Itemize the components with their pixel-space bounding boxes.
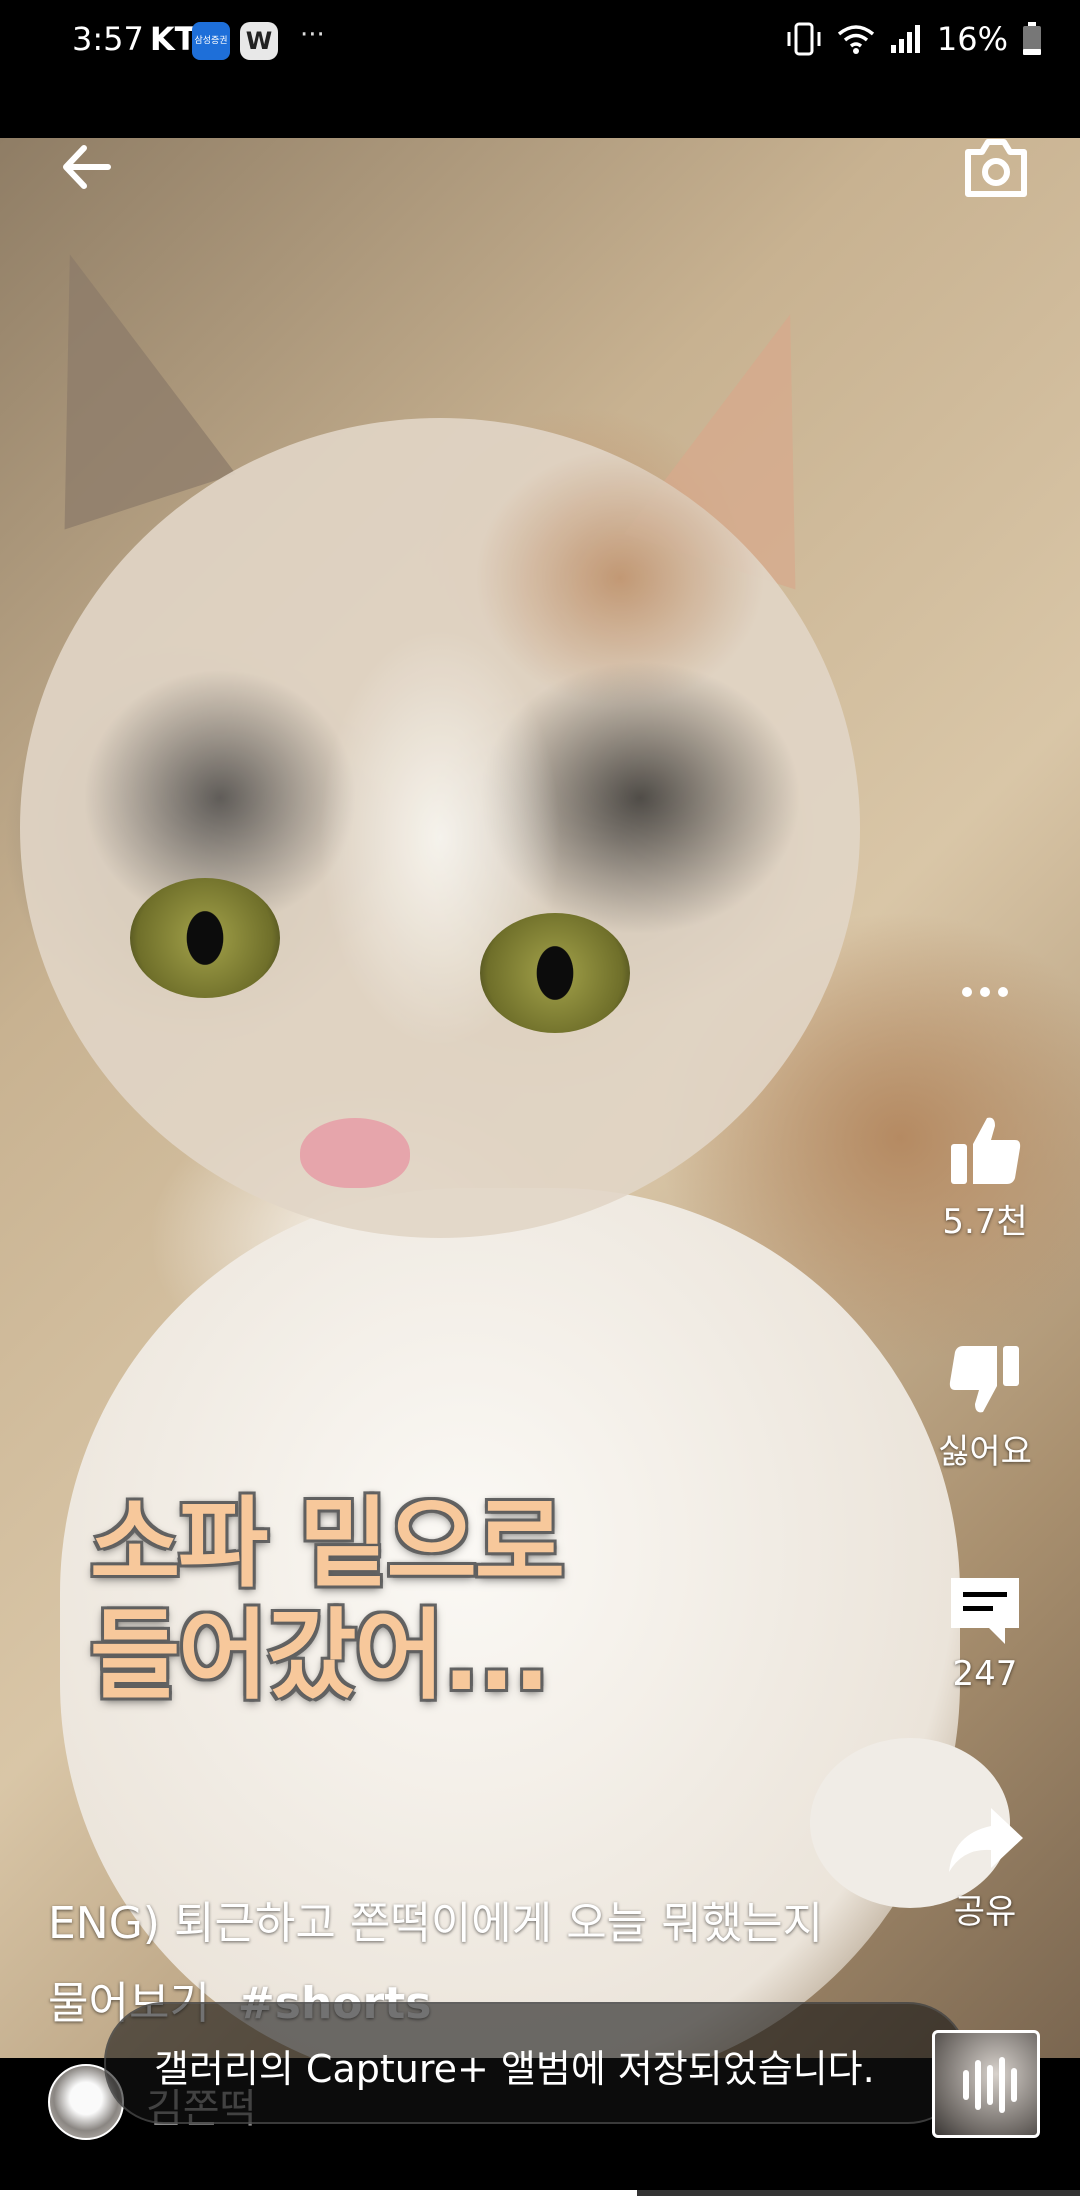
toast-text: 갤러리의 Capture+ 앨범에 저장되었습니다. bbox=[154, 2047, 875, 2091]
video-player[interactable]: 소파 밑으로 들어갔어... bbox=[0, 138, 1080, 2058]
like-count: 5.7천 bbox=[942, 1202, 1028, 1242]
status-bar: 3:57 KT 삼성증권 W ··· 16% bbox=[0, 0, 1080, 138]
wifi-icon bbox=[837, 25, 874, 54]
audio-bars-icon bbox=[963, 2057, 1017, 2113]
thumbs-up-icon bbox=[951, 1117, 1021, 1184]
share-icon bbox=[949, 1808, 1023, 1872]
caption-line-2: 들어갔어... bbox=[90, 1599, 550, 1713]
cat-eye-left bbox=[130, 878, 280, 998]
dislike-label: 싫어요 bbox=[938, 1432, 1032, 1472]
thumbs-down-icon bbox=[949, 1346, 1019, 1413]
video-progress-bar[interactable] bbox=[0, 2190, 1080, 2196]
share-label: 공유 bbox=[953, 1892, 1017, 1932]
vibrate-icon bbox=[787, 22, 821, 56]
notification-more-icon: ··· bbox=[300, 20, 325, 50]
share-button[interactable]: 공유 bbox=[920, 1800, 1050, 1933]
comment-icon bbox=[951, 1578, 1019, 1644]
capture-thumbnail[interactable] bbox=[932, 2030, 1040, 2138]
notification-app-icon: 삼성증권 bbox=[192, 22, 230, 60]
status-carrier: KT bbox=[149, 20, 197, 58]
more-horizontal-icon bbox=[962, 987, 1008, 997]
cat-ear-left bbox=[0, 226, 236, 530]
battery-icon bbox=[1023, 22, 1041, 55]
notification-w-icon: W bbox=[240, 22, 278, 60]
more-options-button[interactable] bbox=[920, 980, 1050, 1008]
cat-eye-right bbox=[480, 913, 630, 1033]
comment-count: 247 bbox=[952, 1654, 1018, 1694]
cat-head bbox=[20, 418, 860, 1238]
camera-icon[interactable] bbox=[960, 132, 1032, 204]
video-overlay-caption: 소파 밑으로 들어갔어... bbox=[90, 1488, 650, 1712]
comment-button[interactable]: 247 bbox=[920, 1570, 1050, 1694]
signal-icon bbox=[890, 25, 920, 53]
status-time: 3:57 KT bbox=[72, 20, 197, 58]
caption-line-1: 소파 밑으로 bbox=[90, 1487, 565, 1601]
arrow-left-icon[interactable] bbox=[52, 132, 122, 202]
video-progress-fill bbox=[0, 2190, 638, 2196]
like-button[interactable]: 5.7천 bbox=[920, 1110, 1050, 1243]
battery-percent: 16% bbox=[936, 20, 1008, 58]
cat-nose bbox=[300, 1118, 410, 1188]
status-icons: 16% bbox=[785, 20, 1042, 58]
dislike-button[interactable]: 싫어요 bbox=[920, 1340, 1050, 1473]
toast-message: 갤러리의 Capture+ 앨범에 저장되었습니다. bbox=[104, 2002, 968, 2124]
